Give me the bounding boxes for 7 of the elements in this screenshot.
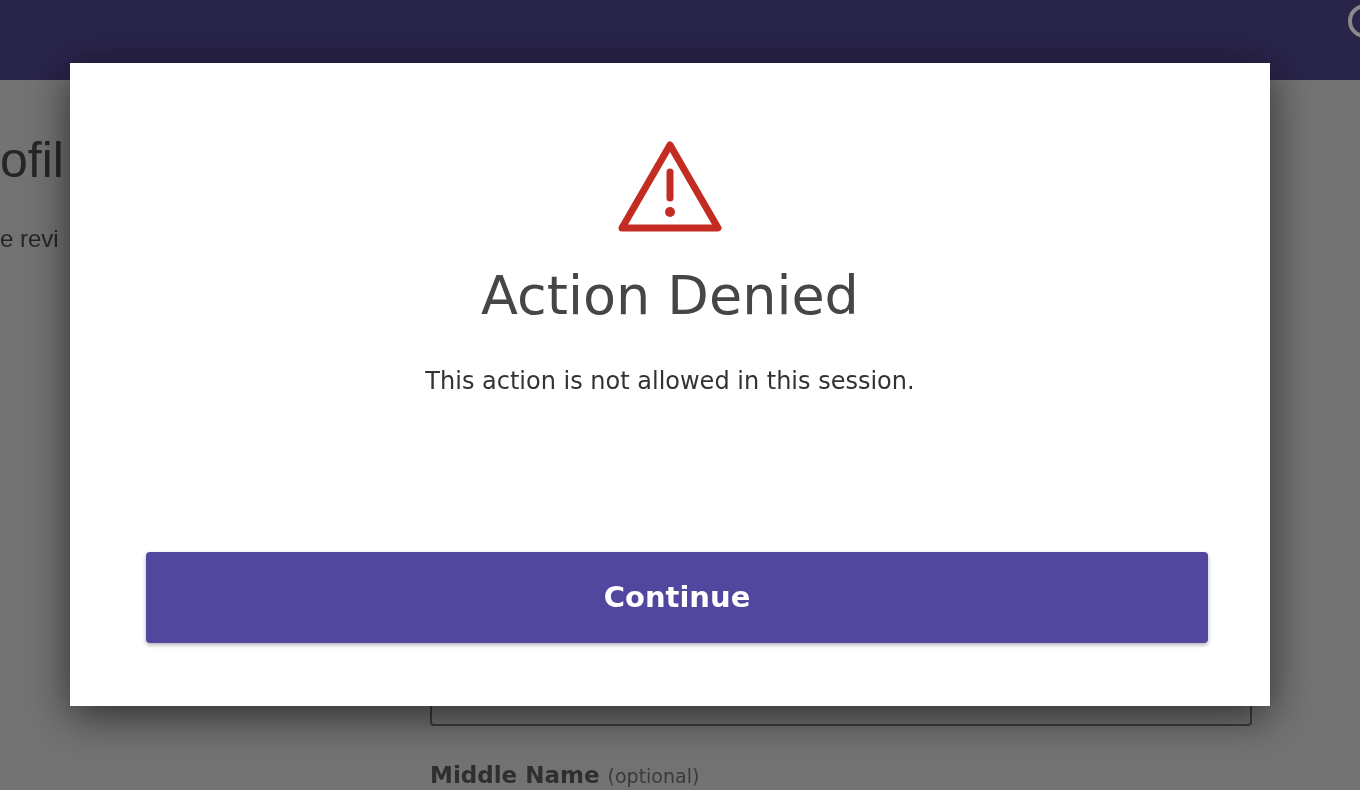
page-subtitle: e revi: [0, 224, 60, 254]
continue-button[interactable]: Continue: [146, 552, 1208, 643]
field-label: Middle Name (optional): [430, 761, 700, 790]
warning-icon: [617, 140, 723, 234]
page-heading: ofil: [0, 135, 65, 185]
dialog-message: This action is not allowed in this session.: [424, 366, 916, 398]
dialog-title: Action Denied: [480, 266, 860, 326]
